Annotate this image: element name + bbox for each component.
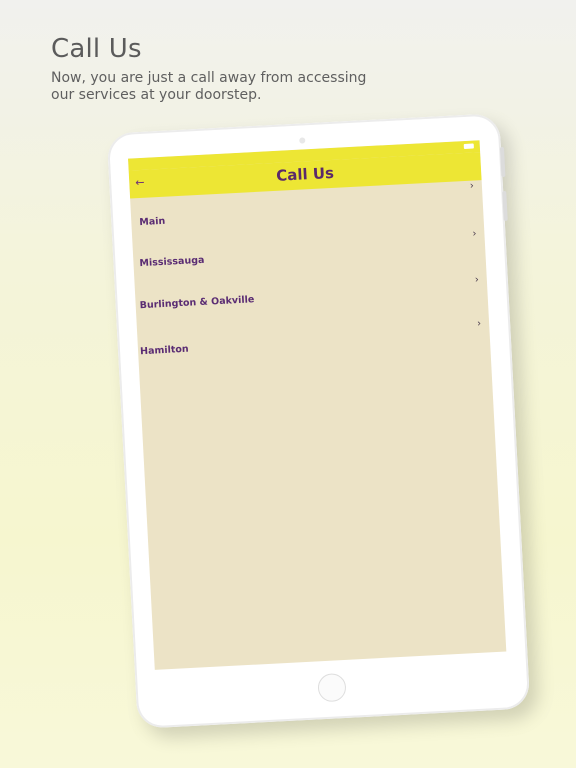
list-item-label: Burlington & Oakville xyxy=(139,294,255,312)
tablet-side-button xyxy=(502,190,508,222)
chevron-right-icon: › xyxy=(476,318,482,330)
battery-icon xyxy=(463,143,474,150)
chevron-right-icon: › xyxy=(472,228,477,240)
list-item-label: Hamilton xyxy=(139,343,189,358)
tablet-side-button xyxy=(499,146,506,178)
tablet-device: ← Call Us Main › Mississauga › Burlingto… xyxy=(106,113,531,729)
chevron-right-icon: › xyxy=(474,274,480,286)
app-screen: ← Call Us Main › Mississauga › Burlingto… xyxy=(128,140,507,670)
list-item-label: Main xyxy=(139,215,166,229)
list-item-label: Mississauga xyxy=(139,254,205,270)
chevron-right-icon: › xyxy=(469,180,475,192)
tablet-mockup: ← Call Us Main › Mississauga › Burlingto… xyxy=(0,0,576,768)
